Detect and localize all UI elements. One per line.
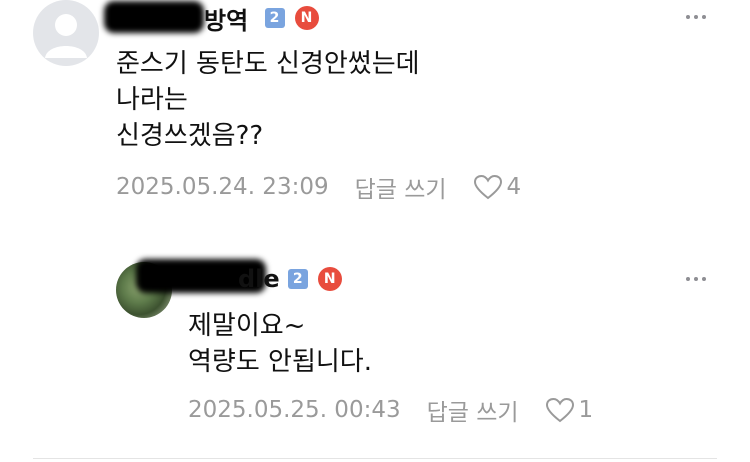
like-count: 4 <box>506 174 522 200</box>
username[interactable]: dle <box>136 259 280 293</box>
like-count: 1 <box>578 397 594 423</box>
more-options-button[interactable] <box>686 15 706 19</box>
timestamp: 2025.05.25. 00:43 <box>188 397 401 423</box>
timestamp: 2025.05.24. 23:09 <box>116 174 329 200</box>
comment-body: 제말이요~ 역량도 안됩니다. <box>188 311 372 377</box>
new-badge: N <box>317 267 342 291</box>
username[interactable]: 방역 <box>104 0 257 36</box>
more-dots-icon <box>686 15 690 19</box>
new-badge: N <box>294 6 319 30</box>
username-text: 방역 <box>204 6 249 35</box>
default-avatar-icon[interactable] <box>33 0 99 66</box>
more-dots-icon <box>686 277 690 281</box>
reply-button[interactable]: 답글 쓰기 <box>355 170 447 204</box>
heart-icon <box>545 397 574 423</box>
comment-header: 방역 2 N <box>104 0 319 36</box>
divider <box>33 458 717 459</box>
grade-badge: 2 <box>264 8 285 28</box>
grade-badge: 2 <box>287 269 308 289</box>
redaction-mask <box>104 0 204 33</box>
heart-icon <box>473 174 502 200</box>
comment-meta: 2025.05.24. 23:09 답글 쓰기 4 <box>116 170 521 204</box>
more-options-button[interactable] <box>686 277 706 281</box>
like-button[interactable]: 4 <box>473 174 522 200</box>
comment-header: dle 2 N <box>136 259 342 294</box>
comment-body: 준스기 동탄도 신경안썼는데 나라는 신경쓰겠음?? <box>116 49 420 151</box>
comment-meta: 2025.05.25. 00:43 답글 쓰기 1 <box>188 393 593 427</box>
like-button[interactable]: 1 <box>545 397 594 423</box>
reply-button[interactable]: 답글 쓰기 <box>427 393 519 427</box>
username-text: dle <box>238 265 280 293</box>
